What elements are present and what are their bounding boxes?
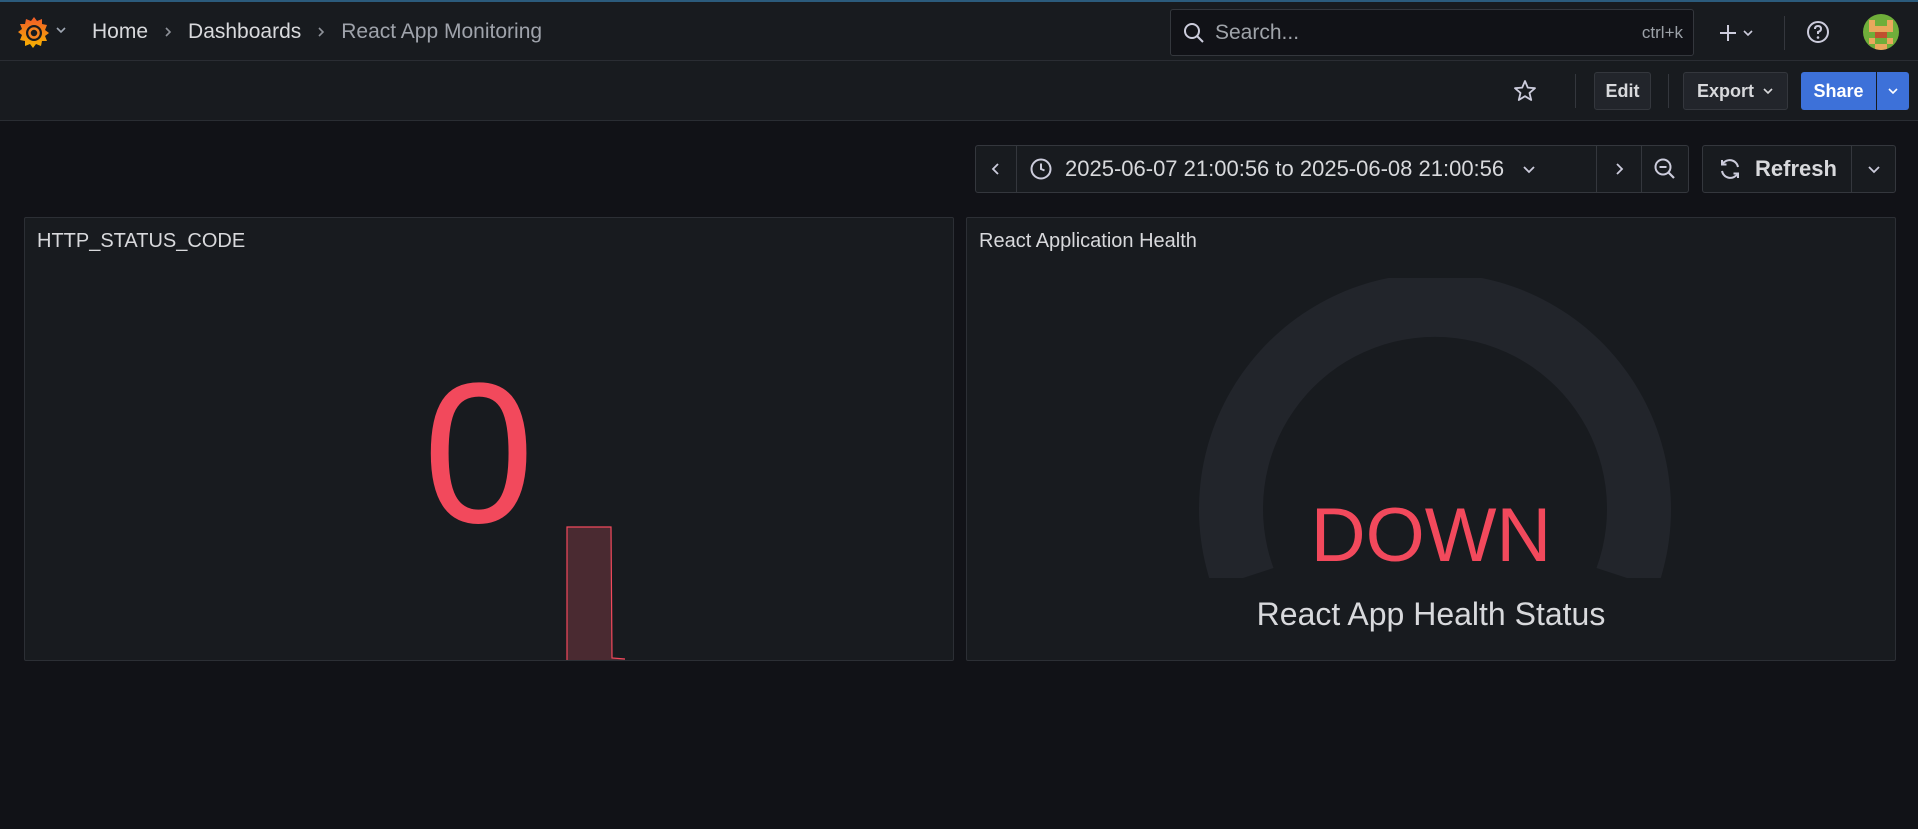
search-icon — [1184, 23, 1204, 43]
gauge-label: React App Health Status — [1256, 596, 1606, 632]
refresh-button-label: Refresh — [1755, 156, 1837, 181]
time-range-forward-button[interactable] — [1597, 146, 1641, 192]
chevron-down-icon[interactable] — [54, 23, 68, 37]
share-button[interactable]: Share — [1801, 72, 1876, 110]
edit-button[interactable]: Edit — [1594, 72, 1651, 110]
chevron-down-icon — [1763, 88, 1773, 95]
search-shortcut: ctrl+k — [1641, 23, 1683, 42]
search-bar[interactable]: ctrl+k — [1170, 9, 1694, 56]
panel-react-application-health[interactable]: React Application Health DOWN React App … — [966, 217, 1896, 661]
panel-http-status-code[interactable]: HTTP_STATUS_CODE 0 — [24, 217, 954, 661]
stat-sparkline — [566, 526, 625, 660]
top-navbar: Home Dashboards React App Monitoring ctr… — [0, 0, 1918, 61]
zoom-out-icon — [1654, 158, 1675, 179]
chevron-down-icon — [1868, 166, 1880, 174]
export-button-label: Export — [1696, 80, 1754, 101]
breadcrumb-dashboards[interactable]: Dashboards — [188, 20, 301, 44]
refresh-picker: Refresh — [1702, 145, 1896, 193]
zoom-out-button[interactable] — [1642, 146, 1688, 192]
chevron-down-icon — [1743, 30, 1753, 37]
search-input[interactable] — [1213, 16, 1573, 49]
chevron-right-icon — [318, 27, 325, 37]
dashboard-toolbar: Edit Export Share — [0, 61, 1918, 121]
refresh-icon — [1721, 159, 1740, 179]
time-range-back-button[interactable] — [976, 146, 1016, 192]
chevron-down-icon — [1523, 166, 1535, 174]
new-menu-button[interactable] — [1716, 20, 1764, 46]
panel-title: React Application Health — [979, 230, 1197, 252]
chevron-down-icon — [1888, 88, 1898, 95]
breadcrumb: Home Dashboards React App Monitoring — [92, 18, 542, 46]
breadcrumb-current-dashboard: React App Monitoring — [341, 20, 543, 43]
avatar[interactable] — [1863, 14, 1899, 50]
clock-icon — [1030, 158, 1052, 180]
time-picker: 2025-06-07 21:00:56 to 2025-06-08 21:00:… — [975, 145, 1689, 193]
divider — [1668, 74, 1669, 108]
help-icon[interactable] — [1805, 19, 1831, 45]
gauge-value: DOWN — [1310, 493, 1552, 578]
stat-value: 0 — [423, 342, 535, 565]
time-range-button[interactable]: 2025-06-07 21:00:56 to 2025-06-08 21:00:… — [1017, 146, 1571, 192]
time-range-text: 2025-06-07 21:00:56 to 2025-06-08 21:00:… — [1065, 156, 1505, 181]
panel-title: HTTP_STATUS_CODE — [37, 230, 246, 252]
chevron-right-icon — [165, 27, 172, 37]
chevron-left-icon — [991, 163, 999, 175]
chevron-right-icon — [1616, 163, 1624, 175]
plus-icon — [1720, 25, 1736, 41]
breadcrumb-home[interactable]: Home — [92, 20, 148, 44]
divider — [1784, 16, 1785, 50]
export-button[interactable]: Export — [1683, 72, 1788, 110]
refresh-button[interactable]: Refresh — [1703, 146, 1851, 192]
share-options-button[interactable] — [1877, 72, 1909, 110]
star-icon[interactable] — [1512, 78, 1538, 104]
refresh-interval-button[interactable] — [1852, 146, 1896, 192]
divider — [1575, 74, 1576, 108]
grafana-logo-icon[interactable] — [16, 14, 52, 50]
